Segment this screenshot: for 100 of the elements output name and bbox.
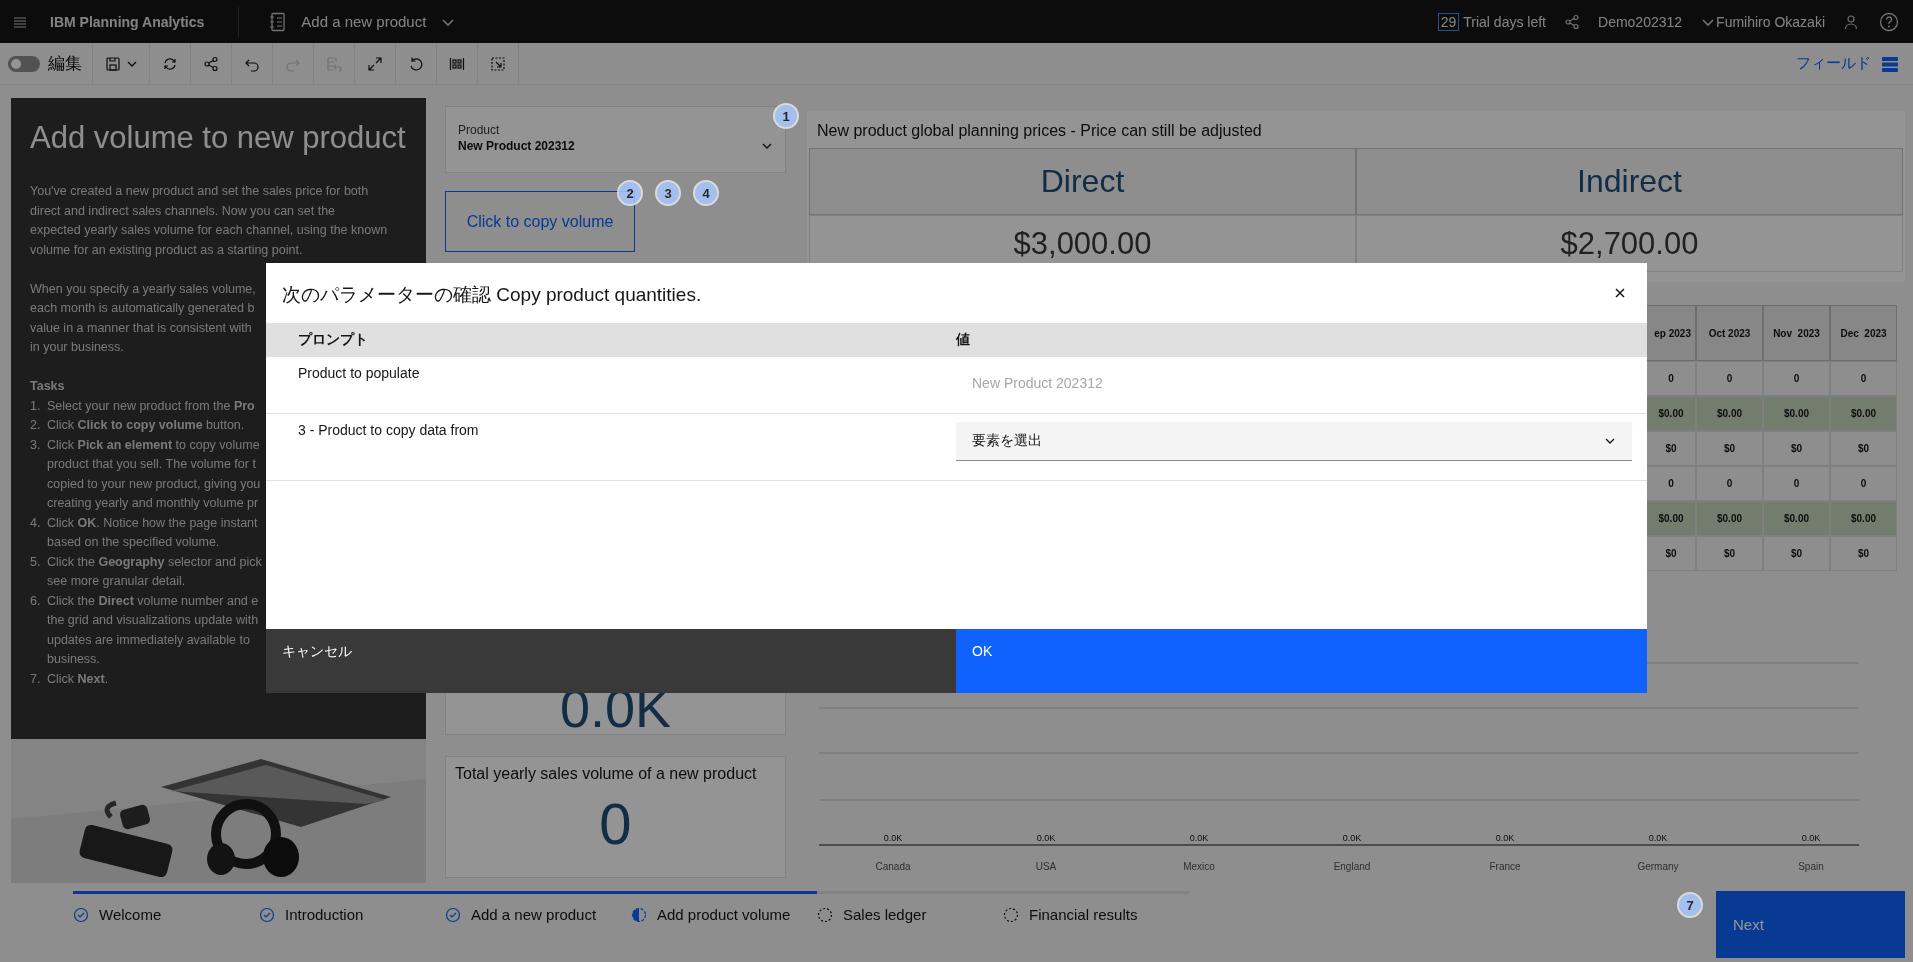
share-icon[interactable] <box>203 55 219 72</box>
fields-link[interactable]: フィールド <box>1796 54 1871 73</box>
task-text: creating yearly and monthly volume pr <box>47 495 259 512</box>
price-header: Indirect <box>1356 148 1903 215</box>
reset-icon[interactable] <box>408 55 424 72</box>
table-cell: $0 <box>1696 536 1763 571</box>
edit-label: 編集 <box>48 53 82 75</box>
data-label: 0.0K <box>1342 833 1362 843</box>
task-number: 6. <box>30 592 42 610</box>
guide-text: expected yearly sales volume for each channel, using the known <box>30 222 388 239</box>
axis-label: Spain <box>1798 861 1824 872</box>
step-badge: 7 <box>1677 892 1703 918</box>
app-name: IBM Planning Analytics <box>50 13 205 30</box>
table-cell: $0.00 <box>1646 501 1696 536</box>
data-label: 0.0K <box>1036 833 1056 843</box>
step-badge: 3 <box>655 180 681 206</box>
task-number: 1. <box>30 397 42 415</box>
step-badge: 1 <box>773 103 799 129</box>
table-cell: $0.00 <box>1830 501 1897 536</box>
cancel-button[interactable]: キャンセル <box>266 629 956 693</box>
table-cell: $0 <box>1646 431 1696 466</box>
card-title: Total yearly sales volume of a new product <box>454 764 758 784</box>
task-text: see more granular detail. <box>47 573 186 590</box>
fields-icon[interactable] <box>1881 54 1899 73</box>
data-label: 0.0K <box>1801 833 1821 843</box>
table-cell: 0 <box>1763 466 1830 501</box>
table-cell: $0.00 <box>1763 501 1830 536</box>
table-cell: $0 <box>1696 431 1763 466</box>
user-name[interactable]: Fumihiro Okazaki <box>1716 13 1825 30</box>
close-icon[interactable] <box>1613 286 1627 300</box>
table-cell: $0.00 <box>1696 501 1763 536</box>
edit-toggle[interactable] <box>8 55 40 72</box>
help-icon[interactable] <box>1879 11 1899 32</box>
column-header: Oct 2023 <box>1696 305 1763 361</box>
prices-title: New product global planning prices - Price can still be adjusted <box>816 122 1263 140</box>
task-text: based on the specified volume. <box>47 534 220 551</box>
task-text: updates are immediately available to <box>47 631 250 649</box>
next-button[interactable]: Next <box>1716 891 1905 958</box>
table-cell: $0.00 <box>1646 396 1696 431</box>
element-select[interactable]: 要素を選出 <box>956 422 1632 461</box>
guide-text: value in a manner that is consistent with <box>30 319 252 337</box>
total-volume-value: 0 <box>598 791 633 857</box>
guide-title: Add volume to new product <box>30 120 406 156</box>
trial-days-label: Trial days left <box>1463 13 1546 30</box>
data-label: 0.0K <box>1189 833 1209 843</box>
step-badge: 4 <box>693 180 719 206</box>
table-cell: 0 <box>1646 466 1696 501</box>
table-cell: $0 <box>1646 536 1696 571</box>
table-cell: 0 <box>1696 466 1763 501</box>
task-text: product that you sell. The volume for t <box>47 456 256 473</box>
column-header: 値 <box>956 331 971 349</box>
task-number: 5. <box>30 553 42 571</box>
readonly-value: New Product 202312 <box>971 374 1103 391</box>
axis-label: England <box>1333 861 1371 872</box>
save-icon[interactable] <box>105 55 121 72</box>
axis-label: Germany <box>1637 861 1679 872</box>
guide-text: You've created a new product and set the sales price for both <box>30 183 369 200</box>
table-cell: $0 <box>1763 536 1830 571</box>
guide-text: When you specify a yearly sales volume, <box>30 280 256 298</box>
environment-name[interactable]: Demo202312 <box>1598 13 1683 30</box>
export-icon[interactable] <box>490 55 506 72</box>
column-header: Dec 2023 <box>1830 305 1897 361</box>
task-text: copied to your new product, giving you <box>47 475 261 493</box>
trial-days-count: 29 <box>1437 12 1460 31</box>
notebook-title[interactable]: Add a new product <box>301 13 427 30</box>
table-cell: $0.00 <box>1696 396 1763 431</box>
axis-label: USA <box>1035 861 1057 872</box>
grid-icon[interactable] <box>449 55 465 72</box>
refresh-icon[interactable] <box>162 55 178 72</box>
data-label: 0.0K <box>1648 833 1668 843</box>
table-cell: 0 <box>1830 466 1897 501</box>
step-badge: 2 <box>617 180 643 206</box>
progress-step[interactable]: Add product volume <box>631 894 817 923</box>
table-cell: 0 <box>1646 361 1696 396</box>
axis-label: France <box>1489 861 1521 872</box>
expand-icon[interactable] <box>367 55 383 72</box>
task-number: 4. <box>30 514 42 532</box>
table-cell: 0 <box>1763 361 1830 396</box>
guide-text: volume for an existing product as a starting point. <box>30 241 303 259</box>
task-text: Click Click to copy volume button. <box>47 417 245 434</box>
tasks-heading: Tasks <box>30 378 66 395</box>
table-cell: $0.00 <box>1763 396 1830 431</box>
column-header: Nov 2023 <box>1763 305 1830 361</box>
progress-step[interactable]: Welcome <box>73 894 259 923</box>
progress-step[interactable]: Introduction <box>259 894 445 923</box>
user-icon[interactable] <box>1843 13 1859 30</box>
progress-step[interactable]: Financial results <box>1003 894 1189 923</box>
table-cell: $0 <box>1830 431 1897 466</box>
task-text: Click Pick an element to copy volume <box>47 436 260 454</box>
task-number: 3. <box>30 436 42 454</box>
progress-step[interactable]: Add a new product <box>445 894 631 923</box>
guide-text: each month is automatically generated b <box>30 300 255 317</box>
share-icon[interactable] <box>1564 13 1580 30</box>
progress-step[interactable]: Sales ledger <box>817 894 1003 923</box>
table-cell: 0 <box>1830 361 1897 396</box>
table-cell: $0.00 <box>1830 396 1897 431</box>
notebook-icon <box>269 11 288 32</box>
task-text: business. <box>47 651 100 668</box>
ok-button[interactable]: OK <box>956 629 1647 693</box>
dialog-title: 次のパラメーターの確認 Copy product quantities. <box>282 283 703 307</box>
